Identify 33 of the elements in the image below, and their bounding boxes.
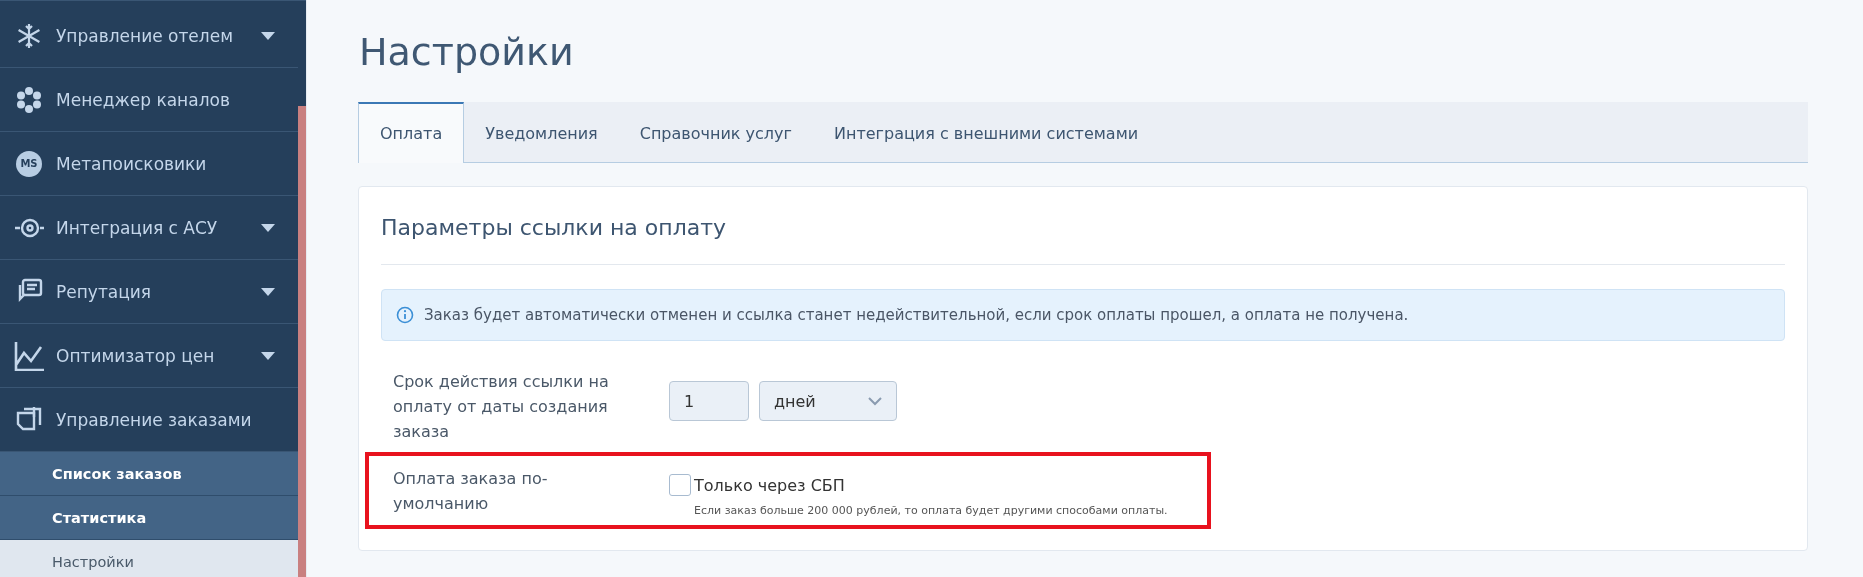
submenu-item[interactable]: Статистика (0, 496, 298, 540)
hint-text: Если заказ больше 200 000 рублей, то оплата будет другими способами оплаты. (694, 504, 1168, 517)
tab[interactable]: Уведомления (464, 102, 619, 162)
submenu-item[interactable]: Список заказов (0, 452, 298, 496)
tab[interactable]: Оплата (358, 102, 465, 163)
flower-icon (14, 84, 44, 115)
submenu-item[interactable]: Настройки (0, 540, 298, 577)
sidebar-item[interactable]: Менеджер каналов (0, 68, 298, 132)
chart-icon (14, 340, 44, 371)
field-label: Оплата заказа по-умолчанию (393, 468, 549, 515)
field-label: Срок действия ссылки на оплату от даты создания заказа (393, 371, 610, 443)
info-icon (396, 306, 414, 324)
tab[interactable]: Справочник услуг (618, 102, 813, 162)
scrollbar[interactable] (298, 106, 306, 577)
unit-dropdown[interactable]: дней (759, 381, 897, 421)
sidebar-item[interactable]: Репутация (0, 260, 298, 324)
tab[interactable]: Интеграция с внешними системами (812, 102, 1160, 162)
page-title: Настройки (359, 30, 575, 74)
caret-icon (260, 222, 276, 233)
checkbox-label[interactable]: Только через СБП (694, 475, 845, 495)
number-field[interactable]: 1 (669, 381, 749, 421)
sidebar-item[interactable]: Управление отелем (0, 4, 298, 68)
caret-icon (260, 30, 276, 41)
caret-icon (260, 286, 276, 297)
badge-icon: MS (16, 150, 42, 177)
caret-icon (260, 350, 276, 361)
card-title: Параметры ссылки на оплату (381, 187, 1785, 265)
checkbox[interactable] (669, 474, 691, 496)
info-text: Заказ будет автоматически отменен и ссылка станет недействительной, если срок оплаты прошел, а оплата не получена. (424, 306, 1409, 324)
sidebar-item[interactable]: MS Метапоисковики (0, 132, 298, 196)
chevron-icon (868, 396, 882, 406)
sidebar-item[interactable]: Оптимизатор цен (0, 324, 298, 388)
sidebar-item[interactable]: Интеграция с АСУ (0, 196, 298, 260)
